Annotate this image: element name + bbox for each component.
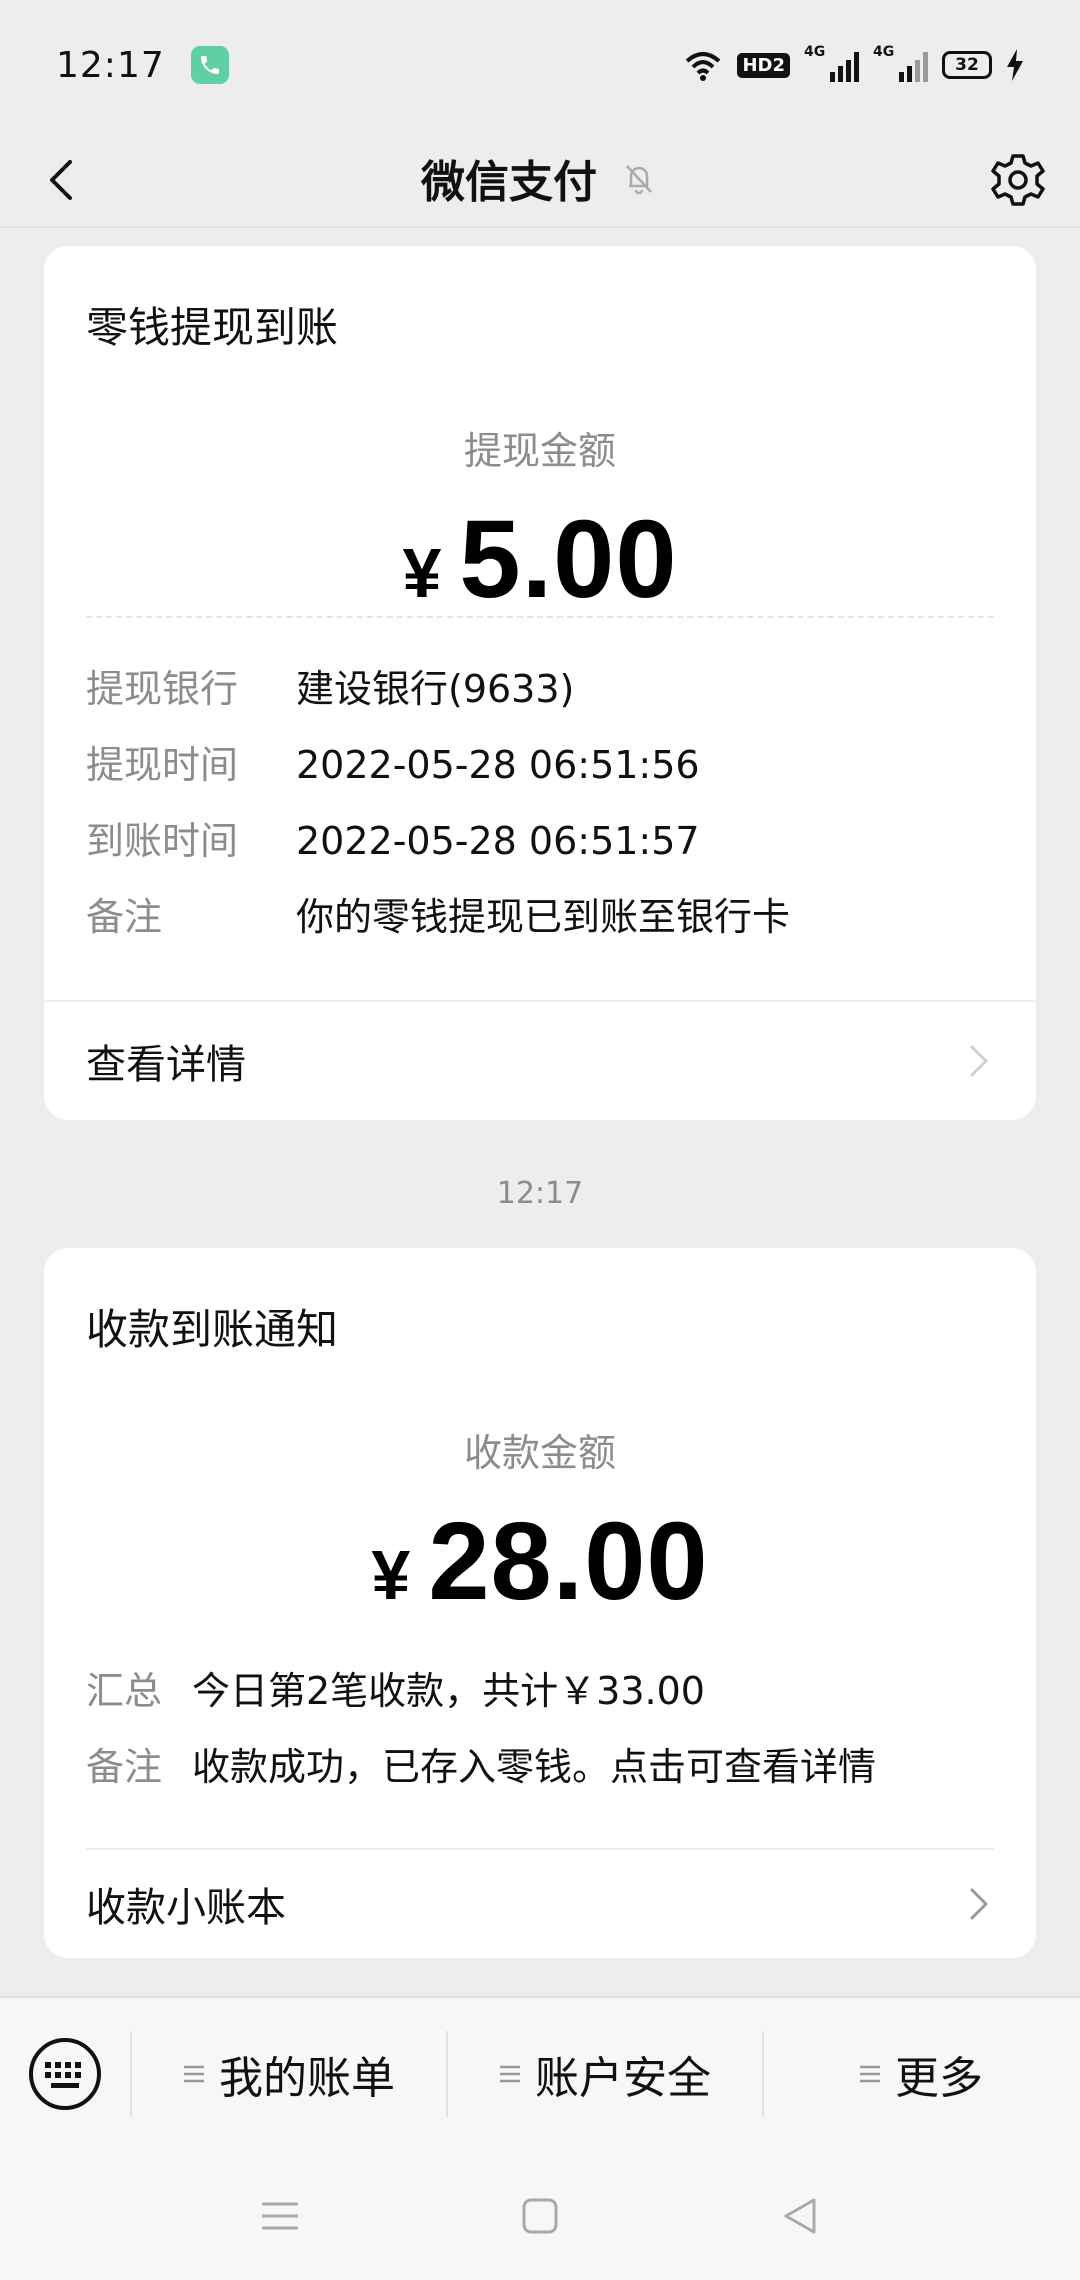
menu-item-more[interactable]: 更多	[764, 1998, 1078, 2150]
signal-type: 4G	[804, 44, 826, 60]
menu-item-label: 更多	[895, 2053, 983, 2104]
dashed-divider	[86, 616, 994, 618]
detail-row: 到账时间 2022-05-28 06:51:57	[86, 816, 994, 866]
detail-row: 备注 收款成功，已存入零钱。点击可查看详情	[86, 1742, 994, 1792]
amount-label: 收款金额	[463, 1431, 616, 1475]
detail-value: 建设银行(9633)	[296, 667, 575, 711]
mute-bell-icon	[626, 165, 652, 195]
menu-lines-icon	[860, 2065, 880, 2083]
menu-item-bills[interactable]: 我的账单	[132, 1998, 446, 2150]
keyboard-icon	[29, 2038, 101, 2110]
card-title: 收款到账通知	[86, 1305, 339, 1354]
menu-item-label: 我的账单	[219, 2053, 395, 2104]
signal-type: 4G	[873, 44, 895, 60]
menu-nav-icon[interactable]	[256, 2192, 304, 2240]
chevron-right-icon	[970, 1888, 988, 1920]
menu-bar: 我的账单 账户安全 更多	[0, 1998, 1080, 2150]
currency-symbol: ¥	[402, 534, 442, 612]
ledger-link[interactable]: 收款小账本	[44, 1850, 1036, 1958]
card-title: 零钱提现到账	[86, 303, 339, 352]
wifi-icon	[686, 52, 721, 81]
status-time: 12:17	[56, 44, 165, 86]
hd-badge: HD2	[737, 52, 790, 78]
amount-value: 5.00	[459, 498, 678, 621]
detail-value: 2022-05-28 06:51:57	[296, 819, 700, 863]
detail-row: 汇总 今日第2笔收款，共计￥33.00	[86, 1666, 994, 1716]
system-nav-bar	[0, 2150, 1080, 2280]
keyboard-toggle-button[interactable]	[0, 1998, 130, 2150]
payment-received-card[interactable]: 收款到账通知 收款金额 ¥ 28.00 汇总 今日第2笔收款，共计￥33.00 …	[44, 1248, 1036, 1958]
detail-key: 汇总	[86, 1669, 163, 1713]
battery-level: 32	[955, 55, 979, 75]
detail-key: 到账时间	[86, 819, 239, 863]
back-nav-icon[interactable]	[776, 2192, 824, 2240]
header-divider	[0, 226, 1080, 228]
home-nav-icon[interactable]	[516, 2192, 564, 2240]
bottom-menu: 我的账单 账户安全 更多	[0, 1996, 1080, 2280]
signal-icon: 4G	[804, 44, 859, 82]
detail-value: 收款成功，已存入零钱。点击可查看详情	[192, 1745, 877, 1789]
chat-header: 微信支付	[0, 130, 1080, 226]
amount-value: 28.00	[428, 1500, 709, 1623]
status-bar: 12:17 HD2 4G 4G 32	[0, 0, 1080, 130]
link-label: 查看详情	[86, 1042, 246, 1088]
withdrawal-card[interactable]: 零钱提现到账 提现金额 ¥ 5.00 提现银行 建设银行(9633) 提现时间 …	[44, 246, 1036, 1120]
back-icon[interactable]	[36, 152, 92, 208]
detail-key: 备注	[86, 1745, 163, 1789]
status-icons: HD2 4G 4G 32	[683, 44, 1024, 82]
signal-icon: 4G	[873, 44, 928, 82]
gear-icon[interactable]	[988, 150, 1048, 210]
link-label: 收款小账本	[86, 1885, 286, 1931]
message-timestamp: 12:17	[496, 1176, 584, 1211]
menu-lines-icon	[500, 2065, 520, 2083]
view-details-link[interactable]: 查看详情	[44, 1002, 1036, 1120]
battery-icon: 32	[942, 51, 992, 79]
amount: ¥ 5.00	[44, 496, 1036, 623]
menu-item-security[interactable]: 账户安全	[448, 1998, 762, 2150]
chevron-right-icon	[970, 1045, 988, 1077]
charging-icon	[1007, 49, 1023, 81]
detail-key: 提现时间	[86, 743, 239, 787]
detail-value: 今日第2笔收款，共计￥33.00	[192, 1669, 705, 1713]
phone-call-icon	[190, 46, 229, 84]
currency-symbol: ¥	[371, 1536, 411, 1614]
amount: ¥ 28.00	[44, 1498, 1036, 1625]
amount-label: 提现金额	[463, 429, 616, 473]
page-title: 微信支付	[421, 157, 597, 208]
detail-key: 提现银行	[86, 667, 239, 711]
detail-value: 你的零钱提现已到账至银行卡	[296, 895, 791, 939]
detail-key: 备注	[86, 895, 163, 939]
detail-row: 提现时间 2022-05-28 06:51:56	[86, 740, 994, 790]
detail-value: 2022-05-28 06:51:56	[296, 743, 700, 787]
detail-row: 提现银行 建设银行(9633)	[86, 664, 994, 714]
detail-row: 备注 你的零钱提现已到账至银行卡	[86, 892, 994, 942]
menu-lines-icon	[184, 2065, 204, 2083]
menu-item-label: 账户安全	[535, 2053, 711, 2104]
